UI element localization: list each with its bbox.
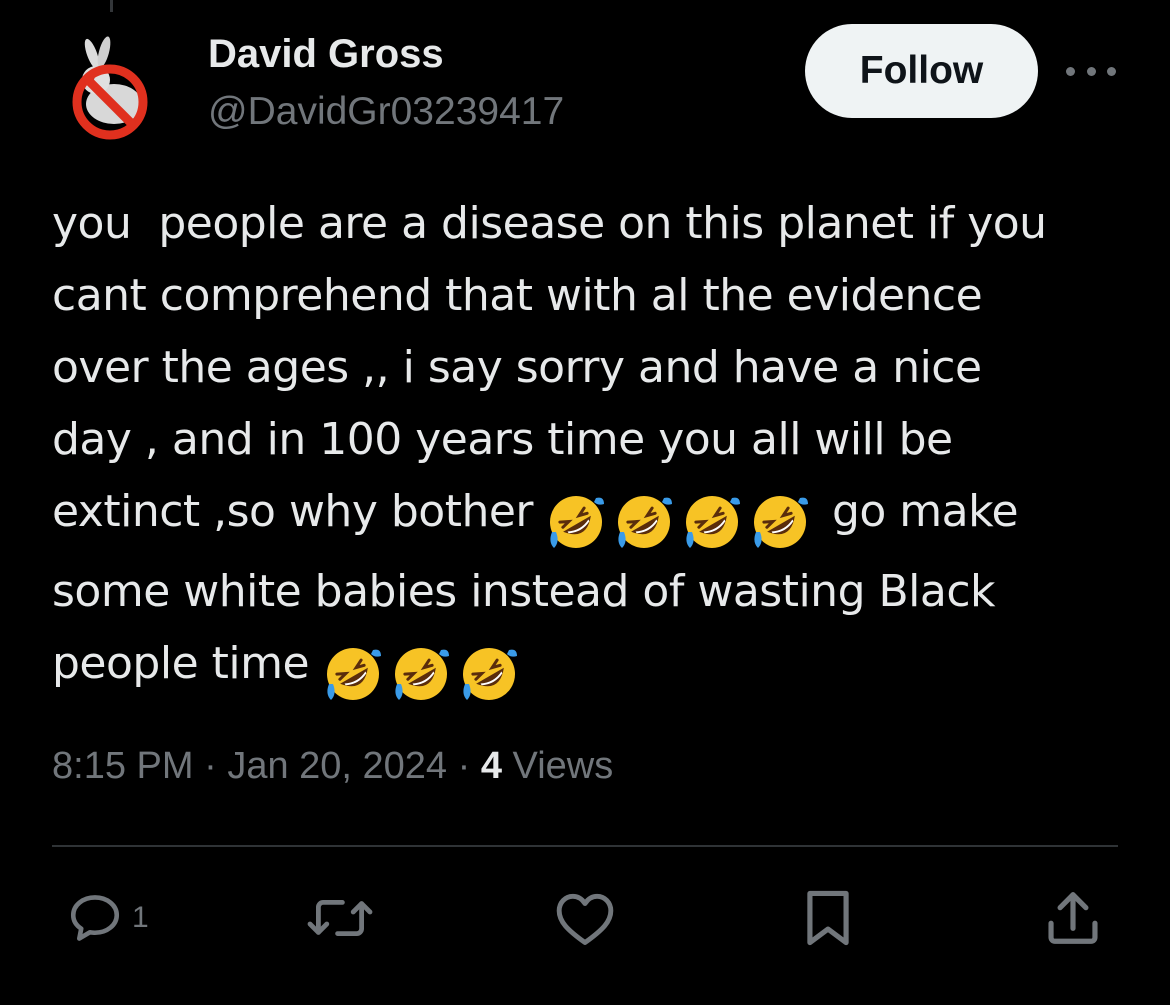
rolling-on-floor-laughing-emoji-icon: [614, 492, 674, 552]
dot: [1066, 66, 1075, 76]
views-count: 4: [480, 745, 502, 787]
rolling-on-floor-laughing-emoji-icon: [682, 492, 742, 552]
meta-separator: ·: [204, 745, 217, 787]
tweet-line-segment: people time: [52, 638, 323, 689]
tweet-line-segment: extinct ,so why bother: [52, 486, 547, 537]
tweet-line: you people are a disease on this planet …: [52, 198, 1047, 249]
tweet-line: some white babies instead of wasting Bla…: [52, 566, 996, 617]
author-handle[interactable]: @DavidGr03239417: [208, 88, 564, 136]
divider: [52, 845, 1118, 847]
tweet-line: extinct ,so why bother go make: [52, 476, 1132, 556]
rolling-on-floor-laughing-emoji-icon: [391, 644, 451, 704]
thread-line: [110, 0, 113, 12]
bookmark-icon: [807, 890, 849, 946]
follow-button[interactable]: Follow: [805, 24, 1038, 118]
tweet-time[interactable]: 8:15 PM: [52, 745, 194, 787]
reply-count: 1: [132, 901, 149, 934]
rolling-on-floor-laughing-emoji-icon: [750, 492, 810, 552]
rolling-on-floor-laughing-emoji-icon: [323, 644, 383, 704]
tweet-line: cant comprehend that with al the evidenc…: [52, 270, 983, 321]
reply-button[interactable]: 1: [66, 888, 149, 948]
reply-icon: [70, 895, 120, 941]
heart-icon: [556, 893, 614, 945]
tweet-text: you people are a disease on this planet …: [52, 188, 1132, 708]
dot: [1086, 66, 1096, 76]
share-button[interactable]: [1044, 888, 1102, 948]
author-display-name[interactable]: David Gross: [208, 30, 444, 78]
emoji-group: [323, 636, 527, 708]
like-button[interactable]: [554, 888, 616, 948]
retweet-button[interactable]: [304, 888, 376, 948]
rolling-on-floor-laughing-emoji-icon: [546, 492, 606, 552]
dot: [1107, 66, 1116, 76]
rolling-on-floor-laughing-emoji-icon: [459, 644, 519, 704]
tweet-line: over the ages ,, i say sorry and have a …: [52, 342, 982, 393]
retweet-icon: [307, 900, 373, 936]
views-label: Views: [512, 745, 614, 787]
no-rabbit-avatar-icon: [52, 30, 170, 148]
tweet-line: day , and in 100 years time you all will…: [52, 414, 953, 465]
tweet-date[interactable]: Jan 20, 2024: [227, 745, 447, 787]
avatar[interactable]: [52, 30, 170, 148]
more-dots-icon[interactable]: [1066, 56, 1116, 86]
tweet-meta: 8:15 PM · Jan 20, 2024 · 4 Views: [52, 742, 613, 790]
meta-separator: ·: [457, 745, 471, 787]
emoji-group: [546, 484, 818, 556]
share-icon: [1048, 892, 1098, 944]
tweet-line-segment: go make: [818, 486, 1019, 537]
tweet-line: people time: [52, 628, 1132, 708]
bookmark-button[interactable]: [800, 888, 856, 948]
